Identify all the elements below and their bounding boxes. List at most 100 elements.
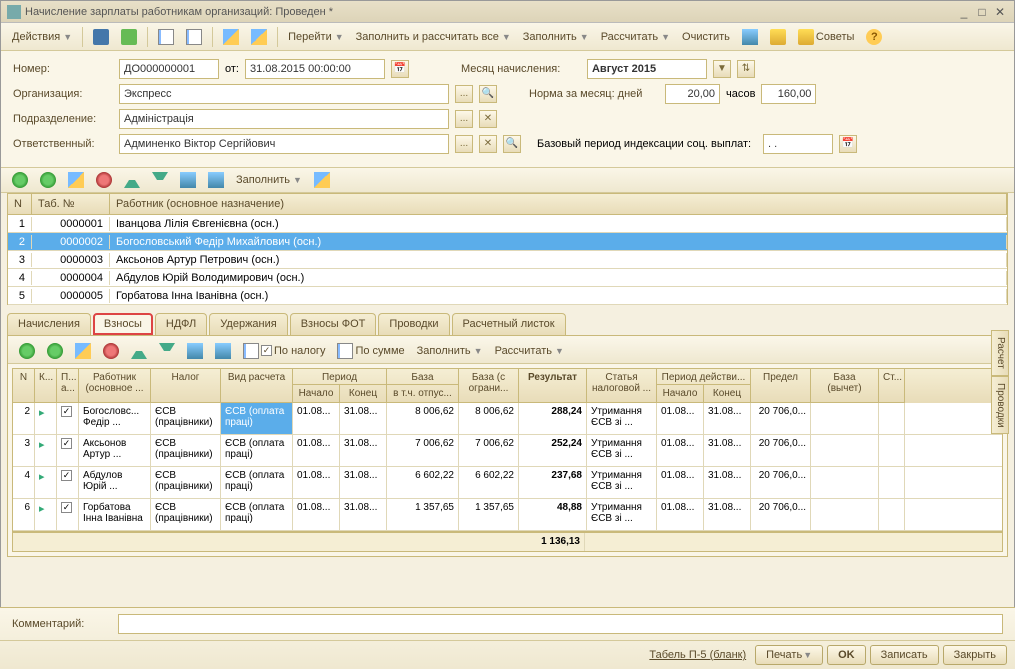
chart-icon-button[interactable]	[765, 25, 791, 49]
detail-edit-button[interactable]	[70, 339, 96, 363]
side-tab-calc[interactable]: Расчет	[991, 330, 1009, 376]
user-icon-button[interactable]	[309, 168, 335, 192]
tips-button[interactable]: Советы	[793, 25, 859, 49]
side-tab-postings[interactable]: Проводки	[991, 376, 1009, 435]
col-tab[interactable]: Таб. №	[32, 194, 110, 214]
employee-grid: N Таб. № Работник (основное назначение) …	[7, 193, 1008, 305]
resp-select-button[interactable]: ...	[455, 135, 473, 153]
move-up-button[interactable]	[119, 168, 145, 192]
save-icon-button[interactable]	[88, 25, 114, 49]
by-tax-button[interactable]: ✓По налогу	[238, 339, 330, 363]
tab-postings[interactable]: Проводки	[378, 313, 449, 335]
edit2-icon-button[interactable]	[246, 25, 272, 49]
calc-menu[interactable]: Рассчитать▼	[596, 27, 675, 47]
resp-lookup-button[interactable]: 🔍	[503, 135, 521, 153]
detail-down-button[interactable]	[154, 339, 180, 363]
date-input[interactable]	[245, 59, 385, 79]
comment-input[interactable]	[118, 614, 1003, 634]
side-tabs: Расчет Проводки	[991, 330, 1009, 434]
detail-sort1-button[interactable]	[182, 339, 208, 363]
window-title: Начисление зарплаты работникам организац…	[25, 6, 954, 18]
doc2-icon-button[interactable]	[181, 25, 207, 49]
resp-clear-button[interactable]: ✕	[479, 135, 497, 153]
resp-input[interactable]	[119, 134, 449, 154]
detail-row[interactable]: 2 ▸ ✓ Богословс... Федiр ... ЄСВ (працiв…	[13, 403, 1002, 435]
dept-select-button[interactable]: ...	[455, 110, 473, 128]
doc-icon-button[interactable]	[153, 25, 179, 49]
add-row-button[interactable]	[7, 168, 33, 192]
month-label: Месяц начисления:	[461, 63, 581, 75]
tab-accruals[interactable]: Начисления	[7, 313, 91, 335]
employee-row[interactable]: 30000003Аксьонов Артур Петрович (осн.)	[8, 251, 1007, 269]
month-stepper-button[interactable]: ⇅	[737, 60, 755, 78]
org-lookup-button[interactable]: 🔍	[479, 85, 497, 103]
move-down-button[interactable]	[147, 168, 173, 192]
detail-add2-button[interactable]	[42, 339, 68, 363]
detail-fill-menu[interactable]: Заполнить▼	[412, 341, 488, 361]
refresh-icon-button[interactable]	[116, 25, 142, 49]
employee-fill-menu[interactable]: Заполнить▼	[231, 170, 307, 190]
tab-ndfl[interactable]: НДФЛ	[155, 313, 207, 335]
employee-toolbar: Заполнить▼	[1, 167, 1014, 193]
dept-clear-button[interactable]: ✕	[479, 110, 497, 128]
date-picker-button[interactable]: 📅	[391, 60, 409, 78]
number-label: Номер:	[13, 63, 113, 75]
dept-input[interactable]	[119, 109, 449, 129]
goto-menu[interactable]: Перейти▼	[283, 27, 349, 47]
help-button[interactable]: ?	[861, 25, 887, 49]
delete-row-button[interactable]	[91, 168, 117, 192]
footer: Комментарий: Табель П-5 (бланк) Печать▼ …	[0, 607, 1015, 669]
detail-sort2-button[interactable]	[210, 339, 236, 363]
tab-payslip[interactable]: Расчетный листок	[452, 313, 566, 335]
base-period-picker-button[interactable]: 📅	[839, 135, 857, 153]
sort-za-button[interactable]	[203, 168, 229, 192]
detail-delete-button[interactable]	[98, 339, 124, 363]
fill-menu[interactable]: Заполнить▼	[518, 27, 594, 47]
org-input[interactable]	[119, 84, 449, 104]
detail-row[interactable]: 3 ▸ ✓ Аксьонов Артур ... ЄСВ (працiвники…	[13, 435, 1002, 467]
detail-up-button[interactable]	[126, 339, 152, 363]
by-sum-button[interactable]: По сумме	[332, 339, 409, 363]
save-button[interactable]: Записать	[870, 645, 939, 665]
detail-calc-menu[interactable]: Рассчитать▼	[490, 341, 569, 361]
tabs: Начисления Взносы НДФЛ Удержания Взносы …	[7, 313, 1008, 335]
col-n[interactable]: N	[8, 194, 32, 214]
tabel-link[interactable]: Табель П-5 (бланк)	[644, 645, 751, 665]
tab-contrib-fot[interactable]: Взносы ФОТ	[290, 313, 377, 335]
tab-contributions[interactable]: Взносы	[93, 313, 153, 335]
org-select-button[interactable]: ...	[455, 85, 473, 103]
employee-row[interactable]: 20000002Богословський Федiр Михайлович (…	[8, 233, 1007, 251]
detail-add-button[interactable]	[14, 339, 40, 363]
edit-icon-button[interactable]	[218, 25, 244, 49]
close-button[interactable]: ✕	[992, 5, 1008, 19]
sort-icon-button[interactable]	[737, 25, 763, 49]
tab-deductions[interactable]: Удержания	[209, 313, 287, 335]
comment-label: Комментарий:	[12, 618, 112, 630]
sort-az-button[interactable]	[175, 168, 201, 192]
ok-button[interactable]: OK	[827, 645, 866, 665]
edit-row-button[interactable]	[63, 168, 89, 192]
fill-all-menu[interactable]: Заполнить и рассчитать все▼	[351, 27, 516, 47]
form-header: Номер: от: 📅 Месяц начисления: Август 20…	[1, 51, 1014, 167]
employee-row[interactable]: 40000004Абдулов Юрiй Володимирович (осн.…	[8, 269, 1007, 287]
norm-days-input[interactable]	[665, 84, 720, 104]
detail-row[interactable]: 6 ▸ ✓ Горбатова Iнна Iванiвна ЄСВ (працi…	[13, 499, 1002, 531]
number-input[interactable]	[119, 59, 219, 79]
print-menu[interactable]: Печать▼	[755, 645, 823, 665]
month-select[interactable]: Август 2015	[587, 59, 707, 79]
month-dropdown-button[interactable]: ▼	[713, 60, 731, 78]
add-row2-button[interactable]	[35, 168, 61, 192]
clear-button[interactable]: Очистить	[677, 27, 735, 47]
detail-toolbar: ✓По налогу По сумме Заполнить▼ Рассчитат…	[8, 338, 1007, 364]
close-form-button[interactable]: Закрыть	[943, 645, 1007, 665]
minimize-button[interactable]: _	[956, 5, 972, 19]
actions-menu[interactable]: Действия▼	[7, 27, 77, 47]
maximize-button[interactable]: □	[974, 5, 990, 19]
norm-hours-input[interactable]	[761, 84, 816, 104]
base-period-input[interactable]	[763, 134, 833, 154]
employee-row[interactable]: 50000005Горбатова Iнна Iванiвна (осн.)	[8, 287, 1007, 305]
col-worker[interactable]: Работник (основное назначение)	[110, 194, 1007, 214]
from-label: от:	[225, 63, 239, 75]
employee-row[interactable]: 10000001Iванцова Лiлiя Євгенiєвна (осн.)	[8, 215, 1007, 233]
detail-row[interactable]: 4 ▸ ✓ Абдулов Юрiй ... ЄСВ (працiвники) …	[13, 467, 1002, 499]
